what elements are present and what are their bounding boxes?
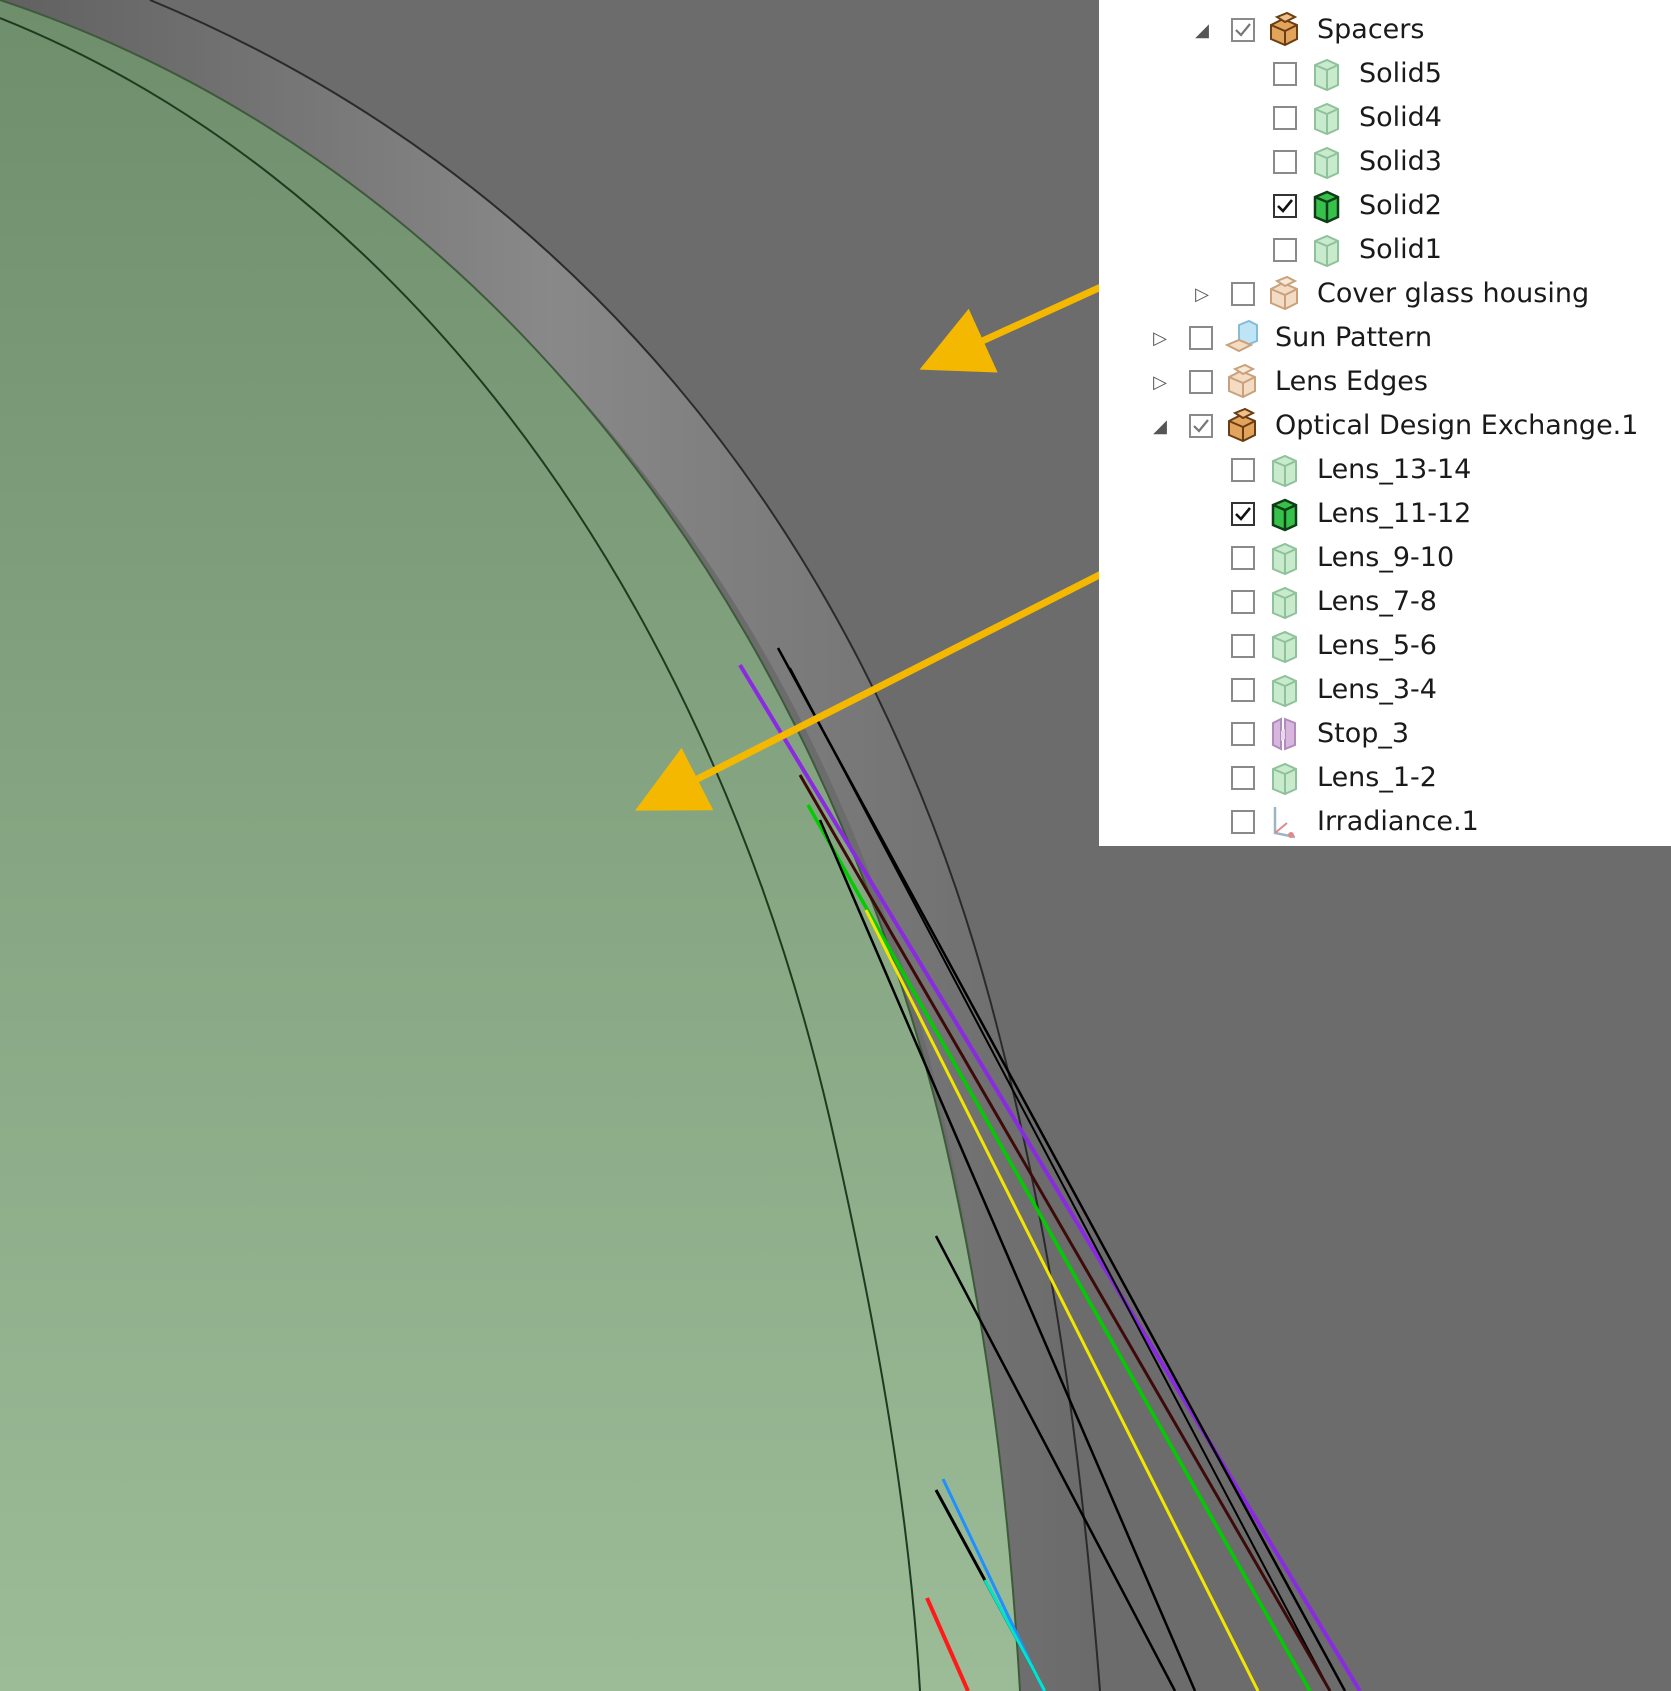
tree-item-solid2[interactable]: Solid2: [1233, 186, 1442, 226]
tree-item-label: Lens_7-8: [1317, 586, 1437, 617]
product-assembly-icon: [1265, 11, 1303, 49]
visibility-checkbox[interactable]: [1231, 634, 1255, 658]
tree-item-label: Irradiance.1: [1317, 806, 1479, 837]
visibility-checkbox[interactable]: [1231, 546, 1255, 570]
visibility-checkbox[interactable]: [1273, 194, 1297, 218]
collapsed-arrow-icon[interactable]: ▷: [1149, 327, 1171, 349]
solid-body-active-icon: [1265, 495, 1303, 533]
light-source-icon: [1223, 319, 1261, 357]
product-assembly-icon: [1223, 407, 1261, 445]
visibility-checkbox[interactable]: [1231, 282, 1255, 306]
visibility-checkbox[interactable]: [1231, 810, 1255, 834]
solid-body-icon: [1265, 583, 1303, 621]
tree-item-lens-13-14[interactable]: Lens_13-14: [1191, 450, 1471, 490]
tree-item-solid3[interactable]: Solid3: [1233, 142, 1442, 182]
tree-item-lens-5-6[interactable]: Lens_5-6: [1191, 626, 1437, 666]
solid-body-active-icon: [1307, 187, 1345, 225]
solid-body-icon: [1265, 759, 1303, 797]
tree-item-lens-11-12[interactable]: Lens_11-12: [1191, 494, 1471, 534]
tree-item-lens-edges[interactable]: ▷ Lens Edges: [1149, 362, 1428, 402]
tree-item-label: Lens Edges: [1275, 366, 1428, 397]
tree-item-solid1[interactable]: Solid1: [1233, 230, 1442, 270]
product-assembly-faded-icon: [1265, 275, 1303, 313]
tree-item-label: Lens_11-12: [1317, 498, 1472, 529]
tree-item-stop-3[interactable]: Stop_3: [1191, 714, 1409, 754]
tree-item-label: Lens_5-6: [1317, 630, 1437, 661]
solid-body-icon: [1307, 231, 1345, 269]
visibility-checkbox[interactable]: [1231, 18, 1255, 42]
sensor-axis-icon: [1265, 803, 1303, 841]
expanded-arrow-icon[interactable]: ◢: [1191, 19, 1213, 41]
tree-item-lens-1-2[interactable]: Lens_1-2: [1191, 758, 1437, 798]
tree-item-label: Lens_13-14: [1317, 454, 1472, 485]
tree-item-label: Lens_1-2: [1317, 762, 1437, 793]
visibility-checkbox[interactable]: [1273, 150, 1297, 174]
tree-item-label: Optical Design Exchange.1: [1275, 410, 1639, 441]
tree-item-label: Spacers: [1317, 14, 1425, 45]
tree-item-solid5[interactable]: Solid5: [1233, 54, 1442, 94]
solid-body-icon: [1265, 671, 1303, 709]
visibility-checkbox[interactable]: [1231, 678, 1255, 702]
tree-item-label: Cover glass housing: [1317, 278, 1590, 309]
visibility-checkbox[interactable]: [1231, 458, 1255, 482]
tree-item-spacers[interactable]: ◢ Spacers: [1191, 10, 1424, 50]
visibility-checkbox[interactable]: [1273, 238, 1297, 262]
solid-body-icon: [1307, 99, 1345, 137]
visibility-checkbox[interactable]: [1189, 370, 1213, 394]
solid-body-icon: [1265, 539, 1303, 577]
tree-item-lens-9-10[interactable]: Lens_9-10: [1191, 538, 1454, 578]
tree-item-label: Solid1: [1359, 234, 1442, 265]
tree-item-irradiance-1[interactable]: Irradiance.1: [1191, 802, 1479, 842]
tree-item-label: Lens_3-4: [1317, 674, 1437, 705]
visibility-checkbox[interactable]: [1231, 766, 1255, 790]
visibility-checkbox[interactable]: [1231, 722, 1255, 746]
tree-item-label: Lens_9-10: [1317, 542, 1455, 573]
visibility-checkbox[interactable]: [1189, 326, 1213, 350]
solid-body-icon: [1307, 143, 1345, 181]
specification-tree-panel: ◢ Spacers Solid5 Solid4 Solid3 Solid2 Solid1 ▷ C…: [1099, 0, 1671, 846]
tree-item-label: Solid4: [1359, 102, 1442, 133]
tree-item-sun-pattern[interactable]: ▷ Sun Pattern: [1149, 318, 1432, 358]
solid-body-icon: [1265, 451, 1303, 489]
collapsed-arrow-icon[interactable]: ▷: [1191, 283, 1213, 305]
tree-item-label: Solid2: [1359, 190, 1442, 221]
solid-body-icon: [1307, 55, 1345, 93]
tree-item-label: Sun Pattern: [1275, 322, 1433, 353]
visibility-checkbox[interactable]: [1273, 62, 1297, 86]
aperture-stop-icon: [1265, 715, 1303, 753]
collapsed-arrow-icon[interactable]: ▷: [1149, 371, 1171, 393]
tree-item-solid4[interactable]: Solid4: [1233, 98, 1442, 138]
tree-item-label: Stop_3: [1317, 718, 1410, 749]
visibility-checkbox[interactable]: [1189, 414, 1213, 438]
solid-body-icon: [1265, 627, 1303, 665]
expanded-arrow-icon[interactable]: ◢: [1149, 415, 1171, 437]
tree-item-lens-3-4[interactable]: Lens_3-4: [1191, 670, 1437, 710]
visibility-checkbox[interactable]: [1273, 106, 1297, 130]
tree-item-lens-7-8[interactable]: Lens_7-8: [1191, 582, 1437, 622]
visibility-checkbox[interactable]: [1231, 590, 1255, 614]
tree-item-label: Solid5: [1359, 58, 1442, 89]
product-assembly-faded-icon: [1223, 363, 1261, 401]
visibility-checkbox[interactable]: [1231, 502, 1255, 526]
tree-item-cover-glass-housing[interactable]: ▷ Cover glass housing: [1191, 274, 1589, 314]
tree-item-optical-design-exchange-1[interactable]: ◢ Optical Design Exchange.1: [1149, 406, 1638, 446]
tree-item-label: Solid3: [1359, 146, 1442, 177]
